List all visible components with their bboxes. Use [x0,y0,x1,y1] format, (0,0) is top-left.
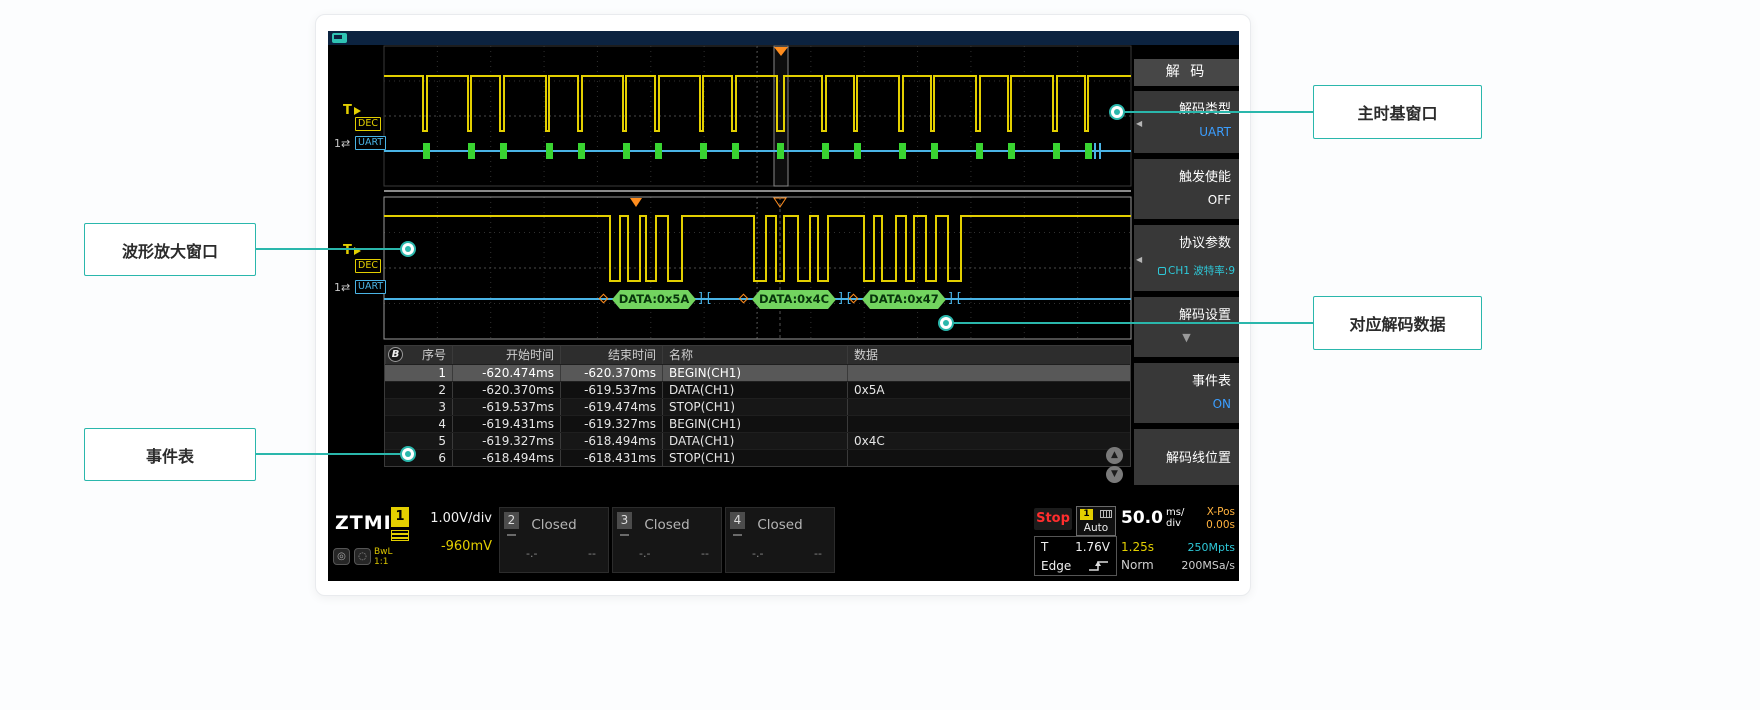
channel3-box[interactable]: 3 Closed -.- -- [612,507,722,573]
run-state-badge[interactable]: Stop [1034,508,1072,530]
menu-title: 解 码 [1134,59,1239,86]
trigger-arrow-icon [354,107,361,115]
top-strip [328,31,1239,45]
callout-zoom-window: 波形放大窗口 [84,223,256,276]
col-header: 数据 [847,346,1130,364]
connector-line [256,248,402,250]
submenu-arrow-icon: ◀ [1136,255,1142,264]
decode-badge: DEC [355,117,381,131]
channel1-offset[interactable]: -960mV [412,539,492,554]
bus-arrows-icon: ⇄ [341,137,350,150]
col-header: 开始时间 [452,346,560,364]
trigger-level-marker: T [343,103,361,118]
col-header: 名称 [662,346,847,364]
trigger-source-badge: 1 [1080,509,1093,520]
event-row[interactable]: 1 -620.474ms -620.370ms BEGIN(CH1) [385,364,1130,381]
capture-icon[interactable]: ◎ [333,548,350,565]
callout-decode-data: 对应解码数据 [1313,296,1482,350]
figure-page: T DEC 1⇄ UART T DEC 1⇄ UART DATA:0x5A ][ [0,0,1760,710]
decode-bubble: DATA:0x5A [612,290,696,309]
marker-dot [400,446,416,462]
settings-mini-icon [1158,267,1166,275]
event-table-header: B 序号 开始时间 结束时间 名称 数据 [385,346,1130,364]
trigger-info-box: T 1.76V Edge [1034,536,1117,576]
status-bar: ZTMI ◎ ◌ BwL 1:1 1 1.00V/div -960mV 2 Cl… [328,503,1239,581]
bw-limit-icon [391,530,409,541]
connector-line [256,453,402,455]
screenshot-card: T DEC 1⇄ UART T DEC 1⇄ UART DATA:0x5A ][ [315,14,1251,596]
menu-item-protocol-params[interactable]: ◀ 协议参数 CH1 波特率:9 [1134,225,1239,291]
bus-number: 1⇄ [334,281,350,294]
rising-edge-icon [1088,559,1110,573]
sample-rate: 200MSa/s [1181,559,1235,572]
timebase-value[interactable]: 50.0 [1121,508,1163,528]
menu-item-decode-line-pos[interactable]: 解码线位置 [1134,429,1239,485]
bracket-icon: ][ [947,291,963,306]
menu-item-decode-type[interactable]: ◀ 解码类型 UART [1134,91,1239,153]
trigger-label: T [343,103,352,118]
trigger-level: 1.76V [1075,540,1110,554]
record-length: 1.25s [1121,540,1154,554]
x-position: X-Pos 0.00s [1181,506,1235,532]
decode-bubble: DATA:0x4C [752,290,836,309]
callout-event-table: 事件表 [84,428,256,481]
channel2-box[interactable]: 2 Closed -.- -- [499,507,609,573]
record-points: 250Mpts [1187,541,1235,554]
decode-bubble: DATA:0x47 [862,290,946,309]
channel1-vdiv[interactable]: 1.00V/div [412,511,492,526]
dash-icon [733,534,742,536]
marker-dot [938,315,954,331]
menu-item-event-table[interactable]: 事件表 ON [1134,363,1239,423]
edge-label: Edge [1041,559,1071,573]
bwl-label: BwL 1:1 [374,547,393,567]
trigger-label: T [343,243,352,258]
bus-number: 1⇄ [334,137,350,150]
trigger-label: T [1041,540,1048,554]
submenu-arrow-icon: ◀ [1136,119,1142,128]
bracket-icon: ][ [697,291,713,306]
bus-arrows-icon: ⇄ [341,281,350,294]
connector-line [1125,111,1313,113]
event-row[interactable]: 4 -619.431ms -619.327ms BEGIN(CH1) [385,415,1130,432]
event-row[interactable]: 6 -618.494ms -618.431ms STOP(CH1) [385,449,1130,466]
touch-icon[interactable]: ◌ [354,548,371,565]
channel1-badge[interactable]: 1 [391,507,409,527]
menu-item-trigger-enable[interactable]: 触发使能 OFF [1134,159,1239,219]
bus-icon: B [388,347,403,362]
uart-badge: UART [355,280,386,294]
dash-icon [620,534,629,536]
col-header: 结束时间 [560,346,662,364]
oscilloscope-screen: T DEC 1⇄ UART T DEC 1⇄ UART DATA:0x5A ][ [328,31,1239,581]
acquire-mode: Norm [1121,558,1154,572]
display-icon [332,33,347,43]
scroll-up-button[interactable]: ▲ [1106,447,1123,464]
brand-logo: ZTMI [335,512,392,534]
marker-dot [1109,104,1125,120]
event-row[interactable]: 3 -619.537ms -619.474ms STOP(CH1) [385,398,1130,415]
trigger-level-marker: T [343,243,361,258]
scroll-down-button[interactable]: ▼ [1106,466,1123,483]
event-row[interactable]: 2 -620.370ms -619.537ms DATA(CH1) 0x5A [385,381,1130,398]
callout-main-timebase: 主时基窗口 [1313,85,1482,139]
connector-line [954,322,1313,324]
trigger-source-box[interactable]: 1 Auto [1076,506,1116,536]
dropdown-arrow-icon: ▼ [1134,331,1239,344]
event-table: B 序号 开始时间 结束时间 名称 数据 1 -620.474ms -620.3… [384,345,1131,467]
marker-dot [400,241,416,257]
uart-badge: UART [355,136,386,150]
event-row[interactable]: 5 -619.327ms -618.494ms DATA(CH1) 0x4C [385,432,1130,449]
coupling-icon [1100,510,1112,518]
menu-item-decode-settings[interactable]: 解码设置 ▼ [1134,297,1239,357]
dash-icon [507,534,516,536]
decode-badge: DEC [355,259,381,273]
channel4-box[interactable]: 4 Closed -.- -- [725,507,835,573]
